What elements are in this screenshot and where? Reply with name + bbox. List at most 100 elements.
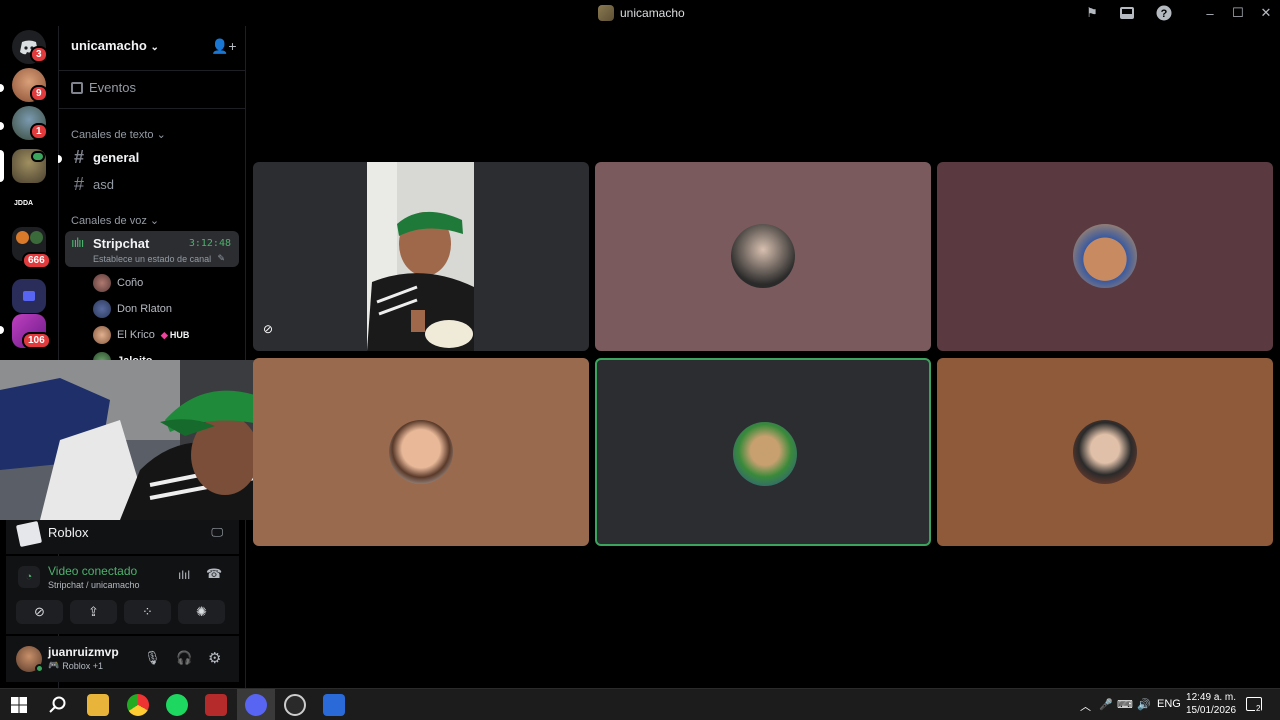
inbox-flag-icon[interactable]: ⚑ — [1082, 4, 1102, 22]
activity-label: Roblox — [48, 525, 89, 540]
activities-button[interactable]: ⁘ — [124, 600, 171, 624]
noise-suppression-icon[interactable]: ılıl — [178, 568, 190, 582]
server-label-jdda[interactable]: JDDA — [14, 200, 33, 207]
text-category[interactable]: Canales de texto ⌄ — [71, 128, 166, 141]
window-title: unicamacho — [598, 5, 685, 21]
chrome-icon[interactable] — [127, 694, 149, 716]
camera-off-icon: ⊘ — [263, 322, 274, 336]
user-panel: juanruizmvp 🎮 Roblox +1 🎙 🎧 ⚙ — [6, 636, 239, 682]
chevron-down-icon: ⌄ — [156, 129, 166, 141]
video-tile-1[interactable] — [595, 162, 931, 351]
search-icon[interactable] — [47, 694, 69, 716]
windows-start-icon[interactable] — [8, 694, 30, 716]
obs-icon[interactable] — [284, 694, 306, 716]
activity-panel[interactable]: Roblox 🖵 — [6, 520, 239, 554]
taskbar: ︿ 🎤 ⌨ 🔊 ENG 12:49 a. m. 15/01/2026 2 — [0, 688, 1280, 720]
username[interactable]: juanruizmvp — [48, 645, 119, 659]
settings-gear-icon[interactable]: ⚙ — [208, 649, 221, 667]
avatar — [93, 300, 111, 318]
invite-user-icon[interactable]: 👤+ — [211, 38, 237, 55]
voice-user-name: Coño — [117, 277, 144, 289]
game-app-icon[interactable] — [205, 694, 227, 716]
network-icon[interactable]: ⌨ — [1117, 698, 1133, 711]
help-icon[interactable]: ? — [1154, 4, 1174, 22]
soundboard-button[interactable]: ✺ — [178, 600, 225, 624]
avatar — [1073, 224, 1137, 288]
voice-channel-name: Stripchat — [93, 236, 150, 251]
voice-activity-icon — [31, 151, 45, 162]
file-explorer-icon[interactable] — [87, 694, 109, 716]
connection-location[interactable]: Stripchat / unicamacho — [48, 580, 140, 590]
camera-off-button[interactable]: ⊘ — [16, 600, 63, 624]
voice-user[interactable]: Don Rlaton — [93, 300, 172, 318]
spotify-icon[interactable] — [166, 694, 188, 716]
avatar — [1073, 420, 1137, 484]
channel-label: asd — [93, 177, 114, 192]
maximize-icon[interactable]: ☐ — [1228, 4, 1248, 22]
unread-pill — [0, 326, 4, 334]
unread-pill — [0, 122, 4, 130]
window-title-text: unicamacho — [620, 6, 685, 20]
pencil-icon[interactable]: ✎ — [217, 253, 225, 264]
tray-overflow-icon[interactable]: ︿ — [1080, 698, 1091, 714]
divider — [59, 108, 245, 109]
voice-category[interactable]: Canales de voz ⌄ — [71, 214, 159, 227]
server-1-badge: 9 — [30, 85, 48, 102]
voice-user-name: El Krico — [117, 329, 155, 341]
clock-date: 15/01/2026 — [1186, 705, 1237, 716]
voice-user-name: Don Rlaton — [117, 303, 173, 315]
volume-icon[interactable]: 🔊 — [1137, 698, 1151, 711]
video-tile-2[interactable] — [937, 162, 1273, 351]
video-tile-self[interactable]: ⊘ — [253, 162, 589, 351]
voice-connection-panel: ◔ Video conectado Stripchat / unicamacho… — [6, 556, 239, 634]
events-label: Eventos — [89, 80, 136, 95]
video-tile-5[interactable] — [937, 358, 1273, 546]
channel-status-placeholder[interactable]: Establece un estado de canal — [93, 254, 211, 264]
hash-icon: # — [73, 174, 84, 194]
events-item[interactable]: Eventos — [71, 80, 136, 95]
divider — [59, 70, 245, 71]
screen-share-button[interactable]: ⇪ — [70, 600, 117, 624]
voice-category-label: Canales de voz — [71, 215, 147, 227]
avatar — [93, 326, 111, 344]
inbox-icon[interactable] — [1117, 4, 1137, 22]
clock[interactable]: 12:49 a. m. 15/01/2026 — [1186, 691, 1236, 717]
video-tile-3[interactable] — [253, 358, 589, 546]
hub-label: HUB — [169, 330, 190, 340]
voice-user[interactable]: Coño — [93, 274, 143, 292]
server-name-header[interactable]: unicamacho ⌄ — [71, 38, 159, 53]
unread-pill — [58, 155, 62, 163]
minimize-icon[interactable]: – — [1200, 4, 1220, 22]
close-icon[interactable]: ✕ — [1256, 4, 1276, 22]
signal-icon[interactable]: ◔ — [18, 566, 40, 588]
headphones-icon[interactable]: 🎧 — [176, 650, 192, 666]
video-tile-speaking[interactable] — [595, 358, 931, 546]
gem-icon: ◆ — [160, 329, 168, 340]
channel-asd[interactable]: # asd — [71, 174, 114, 195]
server-icon — [598, 5, 614, 21]
microphone-icon[interactable]: 🎙 — [144, 650, 161, 666]
language-indicator[interactable]: ENG — [1157, 698, 1181, 710]
microphone-tray-icon[interactable]: 🎤 — [1099, 698, 1113, 711]
channel-general[interactable]: # general — [71, 147, 139, 168]
roblox-studio-icon[interactable] — [323, 694, 345, 716]
home-badge: 3 — [30, 46, 48, 63]
folder-badge: 666 — [22, 252, 51, 269]
unread-pill — [0, 84, 4, 92]
screen-share-icon: ⇪ — [88, 604, 99, 619]
disconnect-icon[interactable]: ☎ — [206, 566, 222, 582]
voice-user[interactable]: El Krico ◆ HUB — [93, 326, 189, 344]
user-status[interactable]: 🎮 Roblox +1 — [48, 660, 103, 671]
camera-off-icon: ⊘ — [34, 604, 45, 619]
discord-icon[interactable] — [245, 694, 267, 716]
gamepad-icon: 🎮 — [48, 660, 60, 670]
connection-status[interactable]: Video conectado — [48, 564, 137, 578]
voice-channel-stripchat[interactable]: ıılıı Stripchat 3:12:48 Establece un est… — [65, 231, 239, 267]
user-status-text: Roblox +1 — [62, 660, 103, 671]
roblox-icon — [15, 520, 43, 548]
folder-icon[interactable] — [12, 279, 46, 313]
avatar — [389, 420, 453, 484]
avatar — [731, 224, 795, 288]
selected-pill — [0, 150, 4, 182]
screen-share-icon[interactable]: 🖵 — [211, 525, 223, 540]
